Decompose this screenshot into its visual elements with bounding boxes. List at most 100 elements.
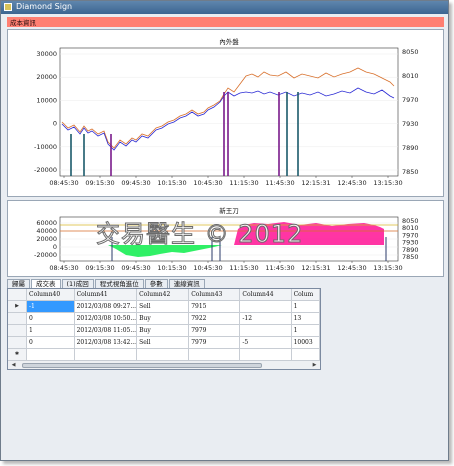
x-tick-label: 11:45:30: [265, 179, 294, 187]
data-grid[interactable]: Column40 Column41 Column42 Column43 Colu…: [7, 288, 321, 370]
row-header[interactable]: [8, 324, 28, 337]
x-tick-label: 09:15:30: [85, 179, 114, 187]
y-left-tick-label: 30000: [36, 50, 57, 58]
x-tick-label: 12:45:30: [337, 179, 366, 187]
current-row-icon: ▶: [8, 300, 28, 313]
chart-title: 內外盤: [219, 37, 239, 46]
x-tick-label: 13:15:30: [373, 179, 402, 187]
table-cell[interactable]: [188, 348, 241, 361]
y-right-tick-label: 8010: [402, 72, 419, 80]
table-cell[interactable]: [26, 348, 75, 361]
y-left-tick-label: 60000: [36, 219, 57, 227]
table-cell[interactable]: -5: [239, 336, 292, 349]
x-tick-label: 10:15:30: [157, 264, 186, 272]
y-right-tick-label: 8050: [402, 48, 419, 56]
table-cell[interactable]: 7922: [188, 312, 241, 325]
table-cell[interactable]: -12: [239, 312, 292, 325]
x-tick-label: 11:15:30: [229, 264, 258, 272]
table-cell[interactable]: 1: [26, 324, 75, 337]
column-header[interactable]: Column41: [74, 289, 138, 301]
table-cell[interactable]: -1: [26, 300, 75, 313]
table-cell[interactable]: 10003: [291, 336, 320, 349]
scroll-thumb[interactable]: [22, 363, 262, 368]
table-row[interactable]: 1 2012/03/08 11:05... Buy 7979 1: [8, 324, 320, 337]
x-tick-label: 11:45:30: [265, 264, 294, 272]
table-cell[interactable]: [291, 348, 320, 361]
y-right-tick-label: 7850: [402, 168, 419, 176]
table-cell[interactable]: [239, 348, 292, 361]
x-tick-label: 09:45:30: [121, 179, 150, 187]
x-tick-label: 10:15:30: [157, 179, 186, 187]
table-cell[interactable]: 13: [291, 312, 320, 325]
table-row[interactable]: ▶ -1 2012/03/08 09:27... Sell 7915 1: [8, 300, 320, 313]
cost-info-label: 成本資訊: [10, 19, 36, 27]
x-tick-label: 08:45:30: [49, 179, 78, 187]
scroll-left-icon[interactable]: ◀: [9, 362, 18, 369]
y-left-tick-label: 20000: [36, 73, 57, 81]
horizontal-scrollbar[interactable]: ◀ ▶: [8, 360, 320, 369]
window-title: Diamond Sign: [16, 2, 73, 11]
table-cell[interactable]: 2012/03/08 11:05...: [74, 324, 138, 337]
table-cell[interactable]: Buy: [136, 312, 190, 325]
table-row[interactable]: 0 2012/03/08 13:42... Sell 7979 -5 10003: [8, 336, 320, 349]
y-left-tick-label: -20000: [34, 166, 57, 174]
row-header-corner: [8, 289, 28, 301]
y-left-tick-label: 20000: [36, 235, 57, 243]
y-right-tick-label: 7890: [402, 144, 419, 152]
scroll-right-icon[interactable]: ▶: [310, 362, 319, 369]
y-left-tick-label: 0: [53, 120, 57, 128]
table-cell[interactable]: [239, 324, 292, 337]
x-tick-label: 09:15:30: [85, 264, 114, 272]
app-window: Diamond Sign 成本資訊 內外盤 08:45:30 09:15:30 09:…: [0, 0, 449, 461]
y-right-tick-label: 7930: [402, 120, 419, 128]
x-tick-label: 12:15:31: [301, 264, 330, 272]
table-cell[interactable]: 7915: [188, 300, 241, 313]
table-cell[interactable]: 0: [26, 312, 75, 325]
table-cell[interactable]: 2012/03/08 09:27...: [74, 300, 138, 313]
chart-panel-1: 內外盤 08:45:30 09:15:30 09:45:30 10:15:30 10:45…: [7, 29, 444, 197]
table-cell[interactable]: 7979: [188, 324, 241, 337]
x-tick-label: 12:15:31: [301, 179, 330, 187]
table-new-row[interactable]: ✱: [8, 348, 320, 361]
table-cell[interactable]: 0: [26, 336, 75, 349]
cost-info-bar: 成本資訊: [7, 17, 444, 27]
table-header-row: Column40 Column41 Column42 Column43 Colu…: [8, 289, 320, 301]
y-right-tick-label: 7850: [402, 253, 419, 261]
table-cell[interactable]: [239, 300, 292, 313]
x-tick-label: 10:45:30: [193, 179, 222, 187]
table-cell[interactable]: [136, 348, 190, 361]
table-cell[interactable]: Sell: [136, 300, 190, 313]
row-header[interactable]: [8, 336, 28, 349]
table-cell[interactable]: 7979: [188, 336, 241, 349]
table-cell[interactable]: [74, 348, 138, 361]
column-header[interactable]: Colum: [291, 289, 320, 301]
y-left-tick-label: -10000: [34, 143, 57, 151]
table-cell[interactable]: Buy: [136, 324, 190, 337]
title-bar[interactable]: Diamond Sign: [1, 1, 448, 14]
table-row[interactable]: 0 2012/03/08 10:50... Buy 7922 -12 13: [8, 312, 320, 325]
y-left-tick-label: 40000: [36, 227, 57, 235]
y-right-tick-label: 7970: [402, 96, 419, 104]
column-header[interactable]: Column40: [26, 289, 75, 301]
table-cell[interactable]: Sell: [136, 336, 190, 349]
table-cell[interactable]: 2012/03/08 10:50...: [74, 312, 138, 325]
column-header[interactable]: Column42: [136, 289, 190, 301]
y-left-tick-label: -20000: [34, 251, 57, 259]
table-cell[interactable]: 2012/03/08 13:42...: [74, 336, 138, 349]
data-table: Column40 Column41 Column42 Column43 Colu…: [8, 289, 320, 361]
x-tick-label: 11:15:30: [229, 179, 258, 187]
y-left-tick-label: 10000: [36, 96, 57, 104]
y-left-tick-label: 0: [53, 243, 57, 251]
x-tick-label: 08:45:30: [49, 264, 78, 272]
chart-1: 內外盤 08:45:30 09:15:30 09:45:30 10:15:30 10:45…: [34, 37, 419, 187]
table-cell[interactable]: 1: [291, 324, 320, 337]
column-header[interactable]: Column44: [239, 289, 292, 301]
column-header[interactable]: Column43: [188, 289, 241, 301]
row-header[interactable]: [8, 312, 28, 325]
table-cell[interactable]: 1: [291, 300, 320, 313]
x-tick-label: 13:15:30: [373, 264, 402, 272]
x-tick-label: 09:45:30: [121, 264, 150, 272]
new-row-icon: ✱: [8, 348, 28, 361]
watermark: 交易醫生 © 2012: [95, 220, 304, 249]
x-tick-label: 10:45:30: [193, 264, 222, 272]
